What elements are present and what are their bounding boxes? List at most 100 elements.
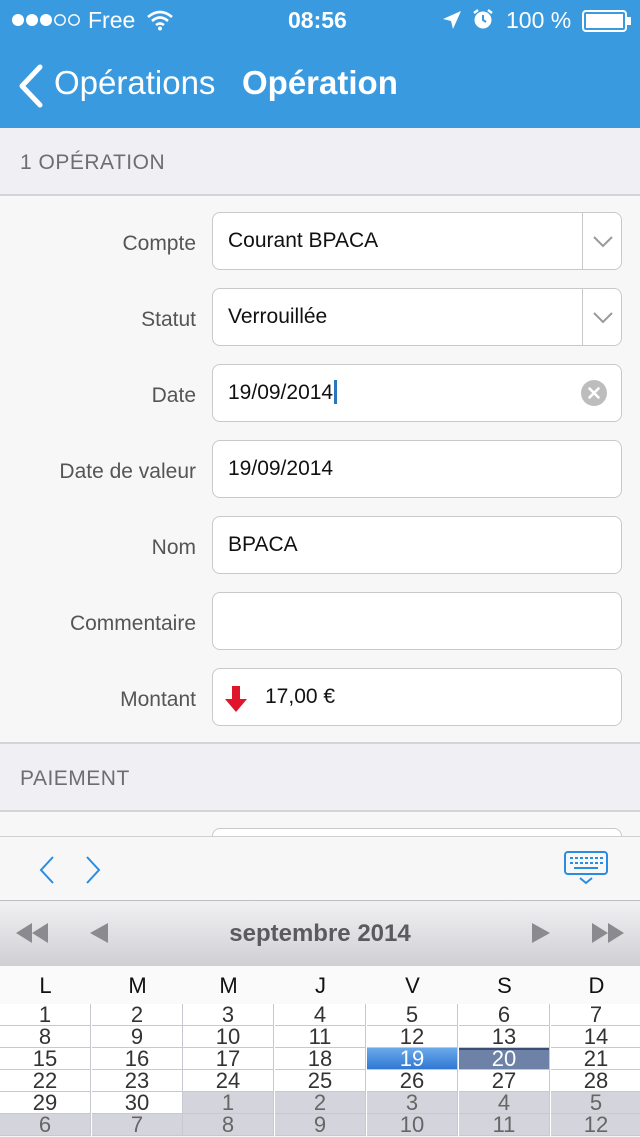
calendar-day[interactable]: 12	[367, 1026, 458, 1048]
next-year-button[interactable]	[590, 921, 626, 950]
weekday-label: M	[128, 973, 147, 998]
calendar-day[interactable]: 1	[183, 1092, 274, 1114]
calendar-day[interactable]: 1	[0, 1004, 91, 1026]
keyboard-icon	[564, 851, 608, 890]
calendar-day[interactable]: 24	[183, 1070, 274, 1092]
amount-input[interactable]: 17,00 €	[212, 668, 622, 726]
calendar-day[interactable]: 15	[0, 1048, 91, 1070]
operation-form: Compte Courant BPACA Statut Verrouillée …	[0, 196, 640, 744]
calendar-day[interactable]: 13	[459, 1026, 550, 1048]
calendar-day[interactable]: 6	[459, 1004, 550, 1026]
account-select[interactable]: Courant BPACA	[212, 212, 622, 270]
calendar-day[interactable]: 18	[275, 1048, 366, 1070]
calendar-day[interactable]: 16	[92, 1048, 183, 1070]
section-title: 1 OPÉRATION	[20, 151, 166, 174]
weekday-label: V	[405, 973, 420, 998]
weekday-label: D	[588, 973, 605, 998]
calendar-day[interactable]: 5	[551, 1092, 640, 1114]
calendar-day[interactable]: 7	[551, 1004, 640, 1026]
value-date-input[interactable]: 19/09/2014	[212, 440, 622, 498]
section-title: PAIEMENT	[20, 767, 130, 790]
carrier-name: Free	[88, 7, 136, 33]
back-button-label[interactable]: Opérations	[54, 64, 215, 102]
name-value: BPACA	[228, 533, 298, 556]
status-dropdown-button[interactable]	[582, 289, 621, 345]
calendar-day[interactable]: 26	[367, 1070, 458, 1092]
calendar-day-grid: 1 2 3 4 5 6 7 8 9 10 11 12 13 14 15 16 17 18 19 20 21 22 23 24 2…	[0, 1004, 640, 1136]
status-select[interactable]: Verrouillée	[212, 288, 622, 346]
calendar-day[interactable]: 22	[0, 1070, 91, 1092]
calendar-day[interactable]: 2	[92, 1004, 183, 1026]
alarm-clock-icon	[472, 8, 494, 35]
calendar-day[interactable]: 14	[551, 1026, 640, 1048]
name-input[interactable]: BPACA	[212, 516, 622, 574]
date-label: Date	[151, 384, 196, 407]
chevron-right-icon	[84, 855, 102, 890]
previous-field-button[interactable]	[28, 849, 68, 889]
calendar-weekday-row: LMMJVSD	[0, 966, 640, 1005]
calendar-day[interactable]: 8	[0, 1026, 91, 1048]
next-month-button[interactable]	[530, 921, 552, 950]
battery-icon	[582, 10, 632, 37]
chevron-left-icon	[16, 64, 44, 113]
status-value: Verrouillée	[228, 305, 328, 328]
page-title: Opération	[242, 64, 398, 101]
payment-area	[0, 812, 640, 848]
value-date-value: 19/09/2014	[228, 457, 334, 480]
right-triangle-icon	[532, 923, 550, 943]
account-value: Courant BPACA	[228, 229, 379, 252]
calendar-day[interactable]: 4	[275, 1004, 366, 1026]
clear-icon[interactable]	[581, 380, 607, 406]
status-time: 08:56	[288, 7, 347, 33]
calendar-day[interactable]: 19	[367, 1048, 458, 1070]
calendar-day[interactable]: 8	[183, 1114, 274, 1136]
status-label: Statut	[141, 308, 196, 331]
debit-arrow-icon[interactable]	[225, 686, 247, 717]
calendar-day[interactable]: 30	[92, 1092, 183, 1114]
text-cursor	[334, 379, 338, 404]
calendar-day[interactable]: 23	[92, 1070, 183, 1092]
section-header-operation: 1 OPÉRATION	[0, 128, 640, 196]
date-value: 19/09/2014	[228, 381, 334, 404]
section-header-payment: PAIEMENT	[0, 744, 640, 812]
calendar-day[interactable]: 3	[183, 1004, 274, 1026]
calendar-day[interactable]: 11	[275, 1026, 366, 1048]
next-field-button[interactable]	[74, 849, 114, 889]
calendar-day[interactable]: 27	[459, 1070, 550, 1092]
calendar-day[interactable]: 2	[275, 1092, 366, 1114]
calendar-day[interactable]: 7	[92, 1114, 183, 1136]
calendar-day[interactable]: 9	[275, 1114, 366, 1136]
calendar-day[interactable]: 29	[0, 1092, 91, 1114]
calendar-day[interactable]: 11	[459, 1114, 550, 1136]
calendar-day[interactable]: 12	[551, 1114, 640, 1136]
double-right-arrow-icon	[592, 923, 624, 943]
calendar-day[interactable]: 17	[183, 1048, 274, 1070]
calendar-day[interactable]: 4	[459, 1092, 550, 1114]
date-input[interactable]: 19/09/2014	[212, 364, 622, 422]
dismiss-keyboard-button[interactable]	[560, 851, 612, 887]
calendar-day[interactable]: 10	[183, 1026, 274, 1048]
wifi-icon	[146, 9, 174, 36]
calendar-day[interactable]: 9	[92, 1026, 183, 1048]
input-accessory-toolbar	[0, 836, 640, 901]
account-dropdown-button[interactable]	[582, 213, 621, 269]
weekday-label: L	[39, 973, 52, 998]
date-value-wrapper: 19/09/2014	[228, 379, 338, 405]
comment-input[interactable]	[212, 592, 622, 650]
calendar-day[interactable]: 25	[275, 1070, 366, 1092]
signal-strength-icon	[12, 13, 84, 32]
weekday-label: J	[315, 973, 326, 998]
calendar-day[interactable]: 5	[367, 1004, 458, 1026]
amount-label: Montant	[120, 688, 196, 711]
weekday-label: S	[497, 973, 512, 998]
calendar-day[interactable]: 21	[551, 1048, 640, 1070]
calendar-day[interactable]: 10	[367, 1114, 458, 1136]
calendar-day[interactable]: 20	[459, 1048, 550, 1070]
location-arrow-icon	[442, 10, 462, 35]
calendar-day[interactable]: 3	[367, 1092, 458, 1114]
chevron-down-icon	[592, 235, 614, 254]
amount-value: 17,00 €	[265, 685, 336, 708]
calendar-day[interactable]: 6	[0, 1114, 91, 1136]
account-label: Compte	[122, 232, 196, 255]
calendar-day[interactable]: 28	[551, 1070, 640, 1092]
